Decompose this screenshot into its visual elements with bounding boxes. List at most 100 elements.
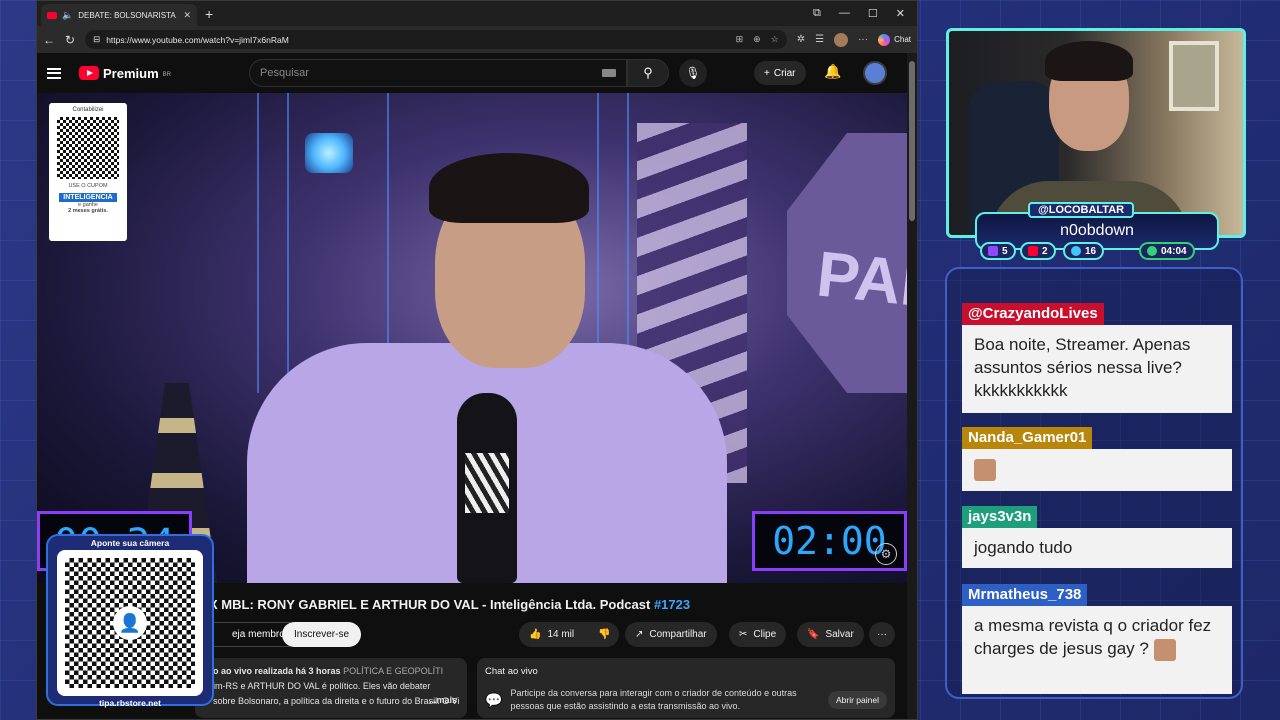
- more-options-icon[interactable]: ···: [858, 34, 868, 45]
- video-title: X MBL: RONY GABRIEL E ARTHUR DO VAL - In…: [209, 597, 690, 612]
- video-player[interactable]: PAR Contabilizei USE O CUPOM INTELIGENCI…: [37, 93, 907, 583]
- host-hair: [429, 153, 589, 223]
- clip-button[interactable]: ✂ Clipe: [729, 622, 787, 647]
- chat-username: Mrmatheus_738: [962, 584, 1088, 606]
- notifications-bell-icon[interactable]: 🔔: [824, 63, 841, 80]
- tab-bar: 🔈 DEBATE: BOLSONARISTA X M ✕ + ⧉ — ☐ ✕: [37, 1, 917, 26]
- chat-message: [962, 449, 1232, 491]
- search-input[interactable]: Pesquisar: [249, 59, 627, 87]
- youtube-favicon-icon: [47, 11, 57, 19]
- copilot-icon: [878, 33, 891, 46]
- dislike-button[interactable]: 👎: [590, 622, 620, 647]
- uptime-value: 04:04: [1161, 245, 1187, 257]
- app-available-icon[interactable]: ⊞: [736, 34, 744, 45]
- video-title-text: X MBL: RONY GABRIEL E ARTHUR DO VAL - In…: [209, 597, 651, 612]
- sponsor-qr-code: [57, 117, 119, 179]
- sponsor-name: Contabilizei: [72, 107, 104, 113]
- browser-tab[interactable]: 🔈 DEBATE: BOLSONARISTA X M ✕: [41, 4, 197, 26]
- minimize-icon[interactable]: —: [839, 7, 850, 20]
- streamer-hair: [1045, 41, 1133, 81]
- url-text: https://www.youtube.com/watch?v=jimI7x6n…: [106, 34, 289, 45]
- plus-icon: +: [764, 67, 770, 79]
- clock-icon: [1147, 246, 1157, 256]
- stop-sign-text: PAR: [813, 237, 907, 323]
- new-tab-icon[interactable]: +: [205, 6, 213, 22]
- favorites-icon[interactable]: ☰: [815, 34, 824, 45]
- create-button[interactable]: + Criar: [754, 61, 806, 85]
- video-hashtag[interactable]: #1723: [654, 597, 690, 612]
- viewers-count: 16: [1085, 245, 1097, 257]
- youtube-play-icon: [79, 66, 99, 80]
- chat-username: Nanda_Gamer01: [962, 427, 1093, 449]
- create-label: Criar: [773, 67, 796, 79]
- description-line-3: sobre Bolsonaro, a política da direita e…: [213, 696, 459, 706]
- chat-message: Boa noite, Streamer. Apenas assuntos sér…: [962, 325, 1232, 413]
- microphone-pattern: [465, 453, 509, 513]
- scissors-icon: ✂: [739, 629, 748, 640]
- kick-badge: 16: [1063, 242, 1105, 260]
- chat-label: Chat: [894, 35, 911, 44]
- chat-message-text: a mesma revista q o criador fez charges …: [974, 616, 1212, 658]
- zoom-icon[interactable]: ⊕: [753, 34, 761, 45]
- youtube-badge: 2: [1020, 242, 1056, 260]
- address-bar-row: ← ↻ ⊟ https://www.youtube.com/watch?v=ji…: [37, 26, 917, 53]
- tab-actions-icon[interactable]: ⧉: [813, 7, 821, 20]
- favorite-star-icon[interactable]: ☆: [771, 34, 779, 45]
- share-icon: ↗: [635, 629, 644, 640]
- twitch-icon: [988, 246, 998, 256]
- account-avatar[interactable]: [863, 61, 887, 85]
- more-horizontal-icon: ···: [877, 629, 887, 640]
- youtube-header: Premium BR Pesquisar ⚲ 🎙 + Criar 🔔: [37, 53, 917, 93]
- site-info-icon[interactable]: ⊟: [93, 34, 100, 45]
- webcam-window: [1169, 41, 1219, 111]
- share-label: Compartilhar: [649, 629, 707, 640]
- profile-avatar[interactable]: [834, 32, 849, 47]
- bookmark-icon: 🔖: [807, 629, 820, 640]
- window-controls: ⧉ — ☐ ✕: [813, 7, 917, 20]
- qr-caption: Aponte sua câmera: [90, 538, 170, 548]
- share-button[interactable]: ↗ Compartilhar: [625, 622, 717, 647]
- description-more-link[interactable]: ...mais: [429, 693, 457, 708]
- address-bar[interactable]: ⊟ https://www.youtube.com/watch?v=jimI7x…: [85, 30, 787, 49]
- sponsor-qr-card: Contabilizei USE O CUPOM INTELIGENCIA e …: [49, 103, 127, 241]
- menu-icon[interactable]: [47, 67, 61, 79]
- scrollbar-thumb[interactable]: [909, 61, 915, 221]
- sponsor-coupon: INTELIGENCIA: [59, 193, 117, 202]
- chat-message: jogando tudo: [962, 528, 1232, 568]
- back-icon[interactable]: ←: [43, 33, 55, 47]
- speaker-icon[interactable]: 🔈: [62, 10, 73, 21]
- streamer-handle: @LOCOBALTAR: [1028, 202, 1135, 218]
- tab-title: DEBATE: BOLSONARISTA X M: [78, 10, 178, 20]
- copilot-chat-button[interactable]: Chat: [878, 33, 911, 46]
- viewers-icon: [1071, 246, 1081, 256]
- qr-footer: tipa.rbstore.net: [99, 698, 161, 708]
- qr-code-frame: 👤: [57, 550, 203, 696]
- description-box[interactable]: o ao vivo realizada há 3 horas POLÍTICA …: [195, 658, 467, 718]
- clip-label: Clipe: [753, 629, 777, 640]
- reload-icon[interactable]: ↻: [65, 33, 75, 47]
- maximize-icon[interactable]: ☐: [868, 7, 878, 20]
- more-actions-button[interactable]: ···: [869, 622, 895, 647]
- keyboard-icon[interactable]: [602, 69, 616, 77]
- close-tab-icon[interactable]: ✕: [183, 10, 191, 21]
- open-panel-button[interactable]: Abrir painel: [828, 691, 887, 709]
- save-button[interactable]: 🔖 Salvar: [797, 622, 864, 647]
- chat-username: jays3v3n: [962, 506, 1038, 528]
- subscribe-button[interactable]: Inscrever-se: [282, 622, 362, 647]
- youtube-logo[interactable]: Premium BR: [79, 66, 171, 81]
- user-head-icon: 👤: [113, 606, 147, 640]
- sponsor-coupon-label: USE O CUPOM: [68, 183, 108, 189]
- light-strand: [257, 93, 259, 393]
- youtube-count: 2: [1042, 245, 1048, 257]
- page-scrollbar[interactable]: [907, 53, 917, 719]
- chat-username: @CrazyandoLives: [962, 303, 1104, 325]
- chat-bubble-icon: 💬: [485, 691, 503, 708]
- close-window-icon[interactable]: ✕: [896, 7, 905, 20]
- extensions-icon[interactable]: ✲: [797, 34, 805, 45]
- live-chat-prompt: Participe da conversa para interagir com…: [510, 688, 797, 711]
- brain-logo-icon: ⚙: [875, 543, 897, 565]
- voice-search-button[interactable]: 🎙: [679, 59, 707, 87]
- thumbs-up-icon: 👍: [529, 629, 542, 640]
- search-button[interactable]: ⚲: [627, 59, 669, 87]
- description-category[interactable]: POLÍTICA E GEOPOLÍTI: [343, 666, 443, 676]
